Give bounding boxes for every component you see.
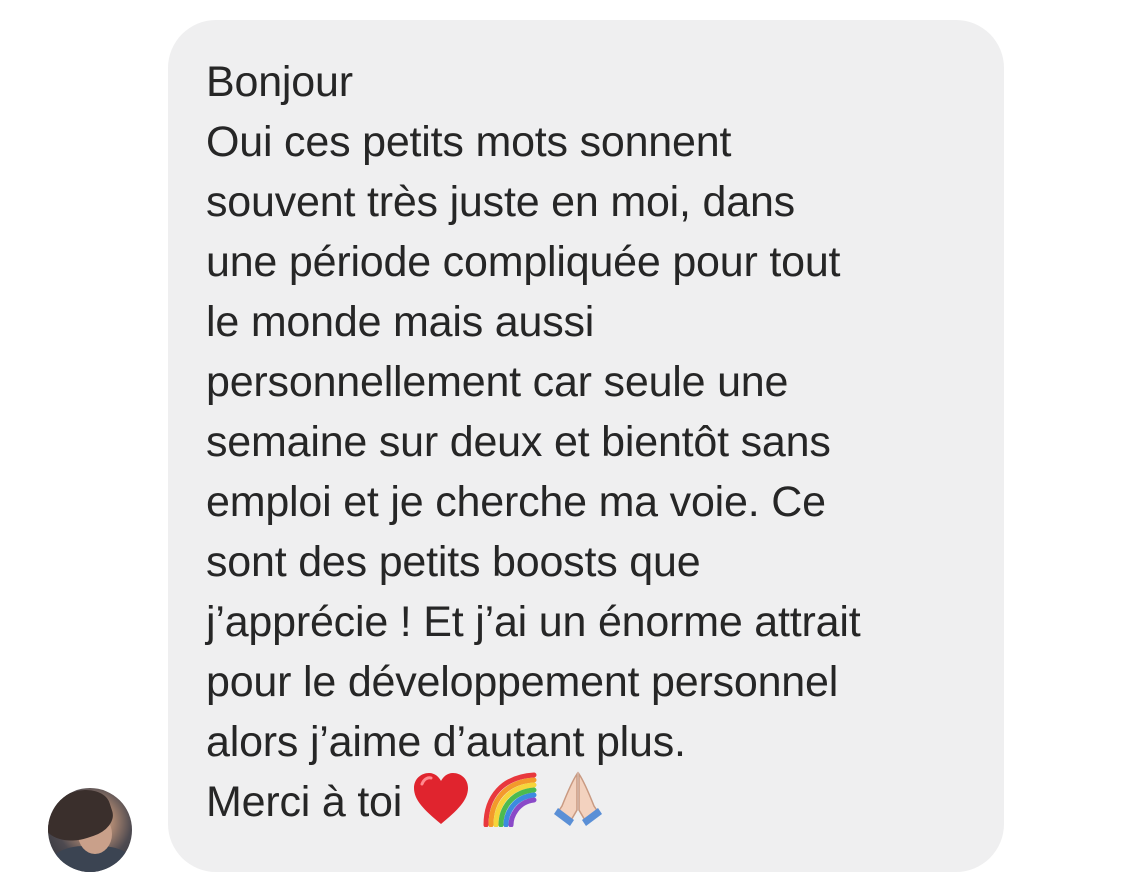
heart-emoji-icon xyxy=(412,772,470,826)
message-line: sont des petits boosts que xyxy=(206,538,701,586)
message-line: Oui ces petits mots sonnent xyxy=(206,118,732,166)
folded-hands-emoji-icon xyxy=(550,770,606,828)
message-line: alors j’aime d’autant plus. xyxy=(206,718,686,766)
sender-avatar[interactable] xyxy=(48,788,132,872)
message-line: le monde mais aussi xyxy=(206,298,595,346)
message-line: pour le développement personnel xyxy=(206,658,839,706)
message-row: Bonjour Oui ces petits mots sonnent souv… xyxy=(0,0,1125,891)
message-line: emploi et je cherche ma voie. Ce xyxy=(206,478,826,526)
message-line-thanks: Merci à toi xyxy=(206,770,996,834)
rainbow-emoji-icon xyxy=(480,771,540,828)
message-line-greeting: Bonjour xyxy=(206,58,353,106)
message-line: souvent très juste en moi, dans xyxy=(206,178,795,226)
message-line: personnellement car seule une xyxy=(206,358,789,406)
message-line: une période compliquée pour tout xyxy=(206,238,841,286)
message-line: semaine sur deux et bientôt sans xyxy=(206,418,831,466)
message-line: j’apprécie ! Et j’ai un énorme attrait xyxy=(206,598,861,646)
message-text: Bonjour Oui ces petits mots sonnent souv… xyxy=(206,52,996,834)
thanks-text: Merci à toi xyxy=(206,778,403,826)
